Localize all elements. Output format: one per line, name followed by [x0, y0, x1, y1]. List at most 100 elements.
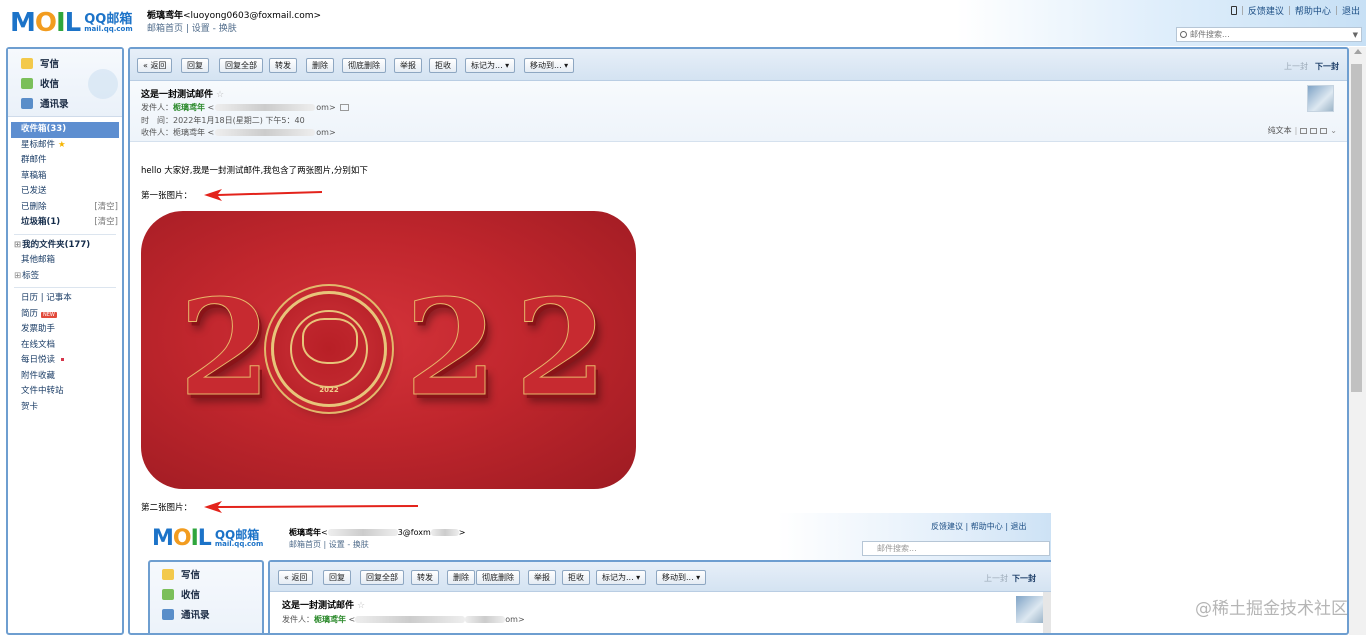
folder-list: 收件箱(33) 星标邮件 ★ 群邮件 草稿箱 已发送 已删除 [清空] 垃圾箱(1)…: [8, 117, 122, 415]
receive-button[interactable]: 收信: [21, 76, 59, 90]
move-to-dropdown[interactable]: 移动到... ▾: [524, 58, 575, 73]
star-icon: ★: [58, 139, 66, 150]
search-icon: [1180, 31, 1187, 38]
compose-button[interactable]: 写信: [21, 56, 59, 70]
pen-icon: [162, 568, 174, 580]
inbox-icon: [21, 77, 33, 89]
folder-inbox[interactable]: 收件箱(33): [11, 122, 119, 138]
new-badge: NEW: [41, 311, 57, 318]
tool-daily-read[interactable]: 每日悦读: [8, 353, 122, 369]
new-window-icon[interactable]: [1300, 127, 1308, 134]
page-scrollbar[interactable]: [1349, 47, 1366, 635]
print-icon[interactable]: [1320, 127, 1328, 134]
left-sidebar: 写信 收信 通讯录 收件箱(33) 星标邮件 ★ 群邮件 草稿箱 已发送 已删除[…: [6, 47, 124, 635]
reply-button[interactable]: 回复: [181, 58, 209, 73]
folder-sent[interactable]: 已发送: [8, 184, 122, 200]
recipient-name[interactable]: 栀璃鸢年: [173, 128, 205, 137]
pen-icon: [21, 57, 33, 69]
top-links: | 反馈建议 | 帮助中心 | 退出: [1230, 4, 1360, 17]
mail-time: 2022年1月18日(星期二) 下午5：40: [173, 116, 305, 125]
user-links[interactable]: 邮箱首页 | 设置 - 换肤: [147, 23, 321, 36]
folder-group-mail[interactable]: 群邮件: [8, 153, 122, 169]
user-info: 栀璃鸢年<luoyong0603@foxmail.com> 邮箱首页 | 设置 …: [147, 10, 321, 36]
mail-body: hello 大家好,我是一封测试邮件,我包含了两张图片,分别如下 第一张图片： …: [130, 142, 1347, 633]
digit-2: 2: [179, 271, 272, 426]
report-button[interactable]: 举报: [394, 58, 422, 73]
reject-button[interactable]: 拒收: [429, 58, 457, 73]
second-image-label: 第二张图片：: [141, 503, 193, 513]
plain-text-link[interactable]: 纯文本: [1268, 125, 1292, 136]
contacts-icon: [21, 97, 33, 109]
fullscreen-icon[interactable]: [1310, 127, 1318, 134]
empty-spam-link[interactable]: [清空]: [94, 215, 118, 231]
divider: [14, 233, 116, 235]
unread-dot-icon: [61, 358, 65, 361]
contacts-button[interactable]: 通讯录: [21, 96, 69, 110]
tool-greeting-cards[interactable]: 贺卡: [8, 400, 122, 416]
sender-avatar[interactable]: [1307, 85, 1334, 112]
mail-header: 这是一封测试邮件 ☆ 发件人：栀璃鸢年 < om> 时 间：2022年1月18日(星…: [130, 81, 1347, 142]
divider: [14, 287, 116, 288]
scroll-up-icon[interactable]: [1354, 49, 1362, 54]
contact-card-icon[interactable]: [339, 104, 349, 111]
logout-link[interactable]: 退出: [1342, 4, 1360, 17]
embedded-sidebar: 写信 收信 通讯录: [148, 560, 264, 633]
star-outline-icon[interactable]: ☆: [216, 90, 224, 100]
back-button[interactable]: « 返回: [137, 58, 173, 73]
more-chevron-icon[interactable]: ⌄: [1330, 126, 1337, 135]
mail-search[interactable]: ▼: [1176, 27, 1362, 42]
dropdown-arrow-icon[interactable]: ▼: [1353, 31, 1358, 39]
year-2022-image[interactable]: 2 2022 2 2: [141, 211, 636, 489]
user-name: 栀璃鸢年: [147, 11, 184, 21]
logo-domain: mail.qq.com: [84, 25, 133, 33]
sender-name[interactable]: 栀璃鸢年: [173, 103, 205, 112]
search-input[interactable]: [1190, 30, 1350, 39]
expand-icon[interactable]: ⊞: [14, 271, 21, 281]
next-mail-link[interactable]: 下一封: [1315, 61, 1339, 72]
folder-drafts[interactable]: 草稿箱: [8, 169, 122, 185]
mark-as-dropdown[interactable]: 标记为... ▾: [465, 58, 516, 73]
scrollbar-thumb[interactable]: [1351, 64, 1362, 392]
tool-invoice[interactable]: 发票助手: [8, 322, 122, 338]
tool-docs[interactable]: 在线文档: [8, 338, 122, 354]
qq-mail-logo[interactable]: MOIL QQ邮箱 mail.qq.com: [10, 8, 133, 38]
folder-spam[interactable]: 垃圾箱(1) [清空]: [8, 215, 122, 231]
tool-attachments[interactable]: 附件收藏: [8, 369, 122, 385]
top-header: MOIL QQ邮箱 mail.qq.com 栀璃鸢年<luoyong0603@f…: [0, 0, 1366, 46]
permanent-delete-button[interactable]: 彻底删除: [342, 58, 386, 73]
contacts-icon: [162, 608, 174, 620]
logo-moil: MOIL: [10, 8, 81, 38]
phone-icon[interactable]: [1230, 6, 1237, 15]
folder-deleted[interactable]: 已删除 [清空]: [8, 200, 122, 216]
expand-icon[interactable]: ⊞: [14, 240, 21, 250]
folder-starred[interactable]: 星标邮件 ★: [8, 138, 122, 154]
embedded-avatar: [1016, 596, 1043, 623]
watermark: @稀土掘金技术社区: [1195, 599, 1348, 619]
embedded-search: 邮件搜索...: [862, 541, 1050, 556]
embedded-top-links: 反馈建议 | 帮助中心 | 退出: [931, 522, 1027, 531]
first-image-label: 第一张图片：: [141, 191, 193, 201]
feedback-link[interactable]: 反馈建议: [1248, 4, 1284, 17]
mail-toolbar: « 返回 回复 回复全部 转发 删除 彻底删除 举报 拒收 标记为... ▾ 移…: [130, 49, 1347, 81]
help-link[interactable]: 帮助中心: [1295, 4, 1331, 17]
reply-all-button[interactable]: 回复全部: [219, 58, 263, 73]
prev-mail-link[interactable]: 上一封: [1284, 61, 1308, 72]
tiger-icon: [302, 318, 358, 364]
group-tags[interactable]: ⊞标签: [8, 269, 122, 285]
tool-calendar-notes[interactable]: 日历 | 记事本: [8, 291, 122, 307]
group-my-folders[interactable]: ⊞我的文件夹(177): [8, 238, 122, 254]
forward-button[interactable]: 转发: [269, 58, 297, 73]
embedded-screenshot-image[interactable]: MOIL QQ邮箱 mail.qq.com 栀璃鸢年< 3@foxm > 邮箱首页 |…: [140, 513, 1051, 633]
embedded-reader: « 返回 回复 回复全部 转发 删除 彻底删除 举报 拒收 标记为... ▾ 移…: [268, 560, 1051, 633]
red-arrow-icon: [204, 501, 418, 513]
mail-from-row: 发件人：栀璃鸢年 < om>: [141, 102, 349, 113]
tool-file-transfer[interactable]: 文件中转站: [8, 384, 122, 400]
empty-deleted-link[interactable]: [清空]: [94, 200, 118, 216]
group-other-mailboxes[interactable]: 其他邮箱: [8, 253, 122, 269]
body-intro: hello 大家好,我是一封测试邮件,我包含了两张图片,分别如下: [141, 166, 368, 176]
delete-button[interactable]: 删除: [306, 58, 334, 73]
mail-to-row: 收件人：栀璃鸢年 < om>: [141, 128, 336, 137]
mail-time-row: 时 间：2022年1月18日(星期二) 下午5：40: [141, 116, 305, 125]
penguin-mascot-icon: [88, 69, 118, 99]
tool-resume[interactable]: 简历 NEW: [8, 307, 122, 323]
